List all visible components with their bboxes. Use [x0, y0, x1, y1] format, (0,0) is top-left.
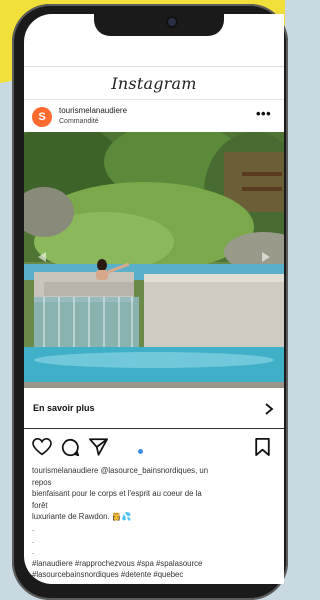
spa-photo-illustration [24, 132, 284, 388]
learn-more-label: En savoir plus [33, 403, 95, 413]
caption-line: . [32, 547, 35, 557]
account-name[interactable]: tourismelanaudiere [59, 106, 127, 115]
camera-icon [168, 18, 176, 26]
phone-notch [94, 14, 224, 36]
instagram-header: Instagram [24, 66, 284, 100]
caption-hashtags[interactable]: #lanaudiere #rapprochezvous #spa #spalas… [32, 558, 272, 570]
phone-screen: Instagram S tourismelanaudiere Commandit… [24, 14, 284, 584]
avatar[interactable]: S [32, 107, 52, 127]
caption-line: . [32, 535, 35, 545]
action-bar [24, 432, 284, 460]
post-photo[interactable] [24, 132, 284, 388]
caption-line: forêt [32, 500, 48, 510]
avatar-letter: S [38, 111, 46, 123]
heart-icon[interactable] [32, 438, 52, 456]
caption-line: . [32, 523, 35, 533]
caption-line: luxuriante de Rawdon. 👸💦 [32, 512, 132, 522]
chevron-right-icon [265, 403, 274, 415]
carousel-dot [138, 449, 143, 454]
sponsored-label: Commandité [59, 118, 99, 125]
instagram-logo: Instagram [111, 73, 197, 93]
caption-line: repos [32, 477, 52, 487]
learn-more-bar[interactable]: En savoir plus [24, 390, 284, 429]
bookmark-icon[interactable] [255, 438, 270, 456]
share-icon[interactable] [89, 438, 108, 456]
more-dots-icon[interactable]: ••• [256, 106, 271, 121]
caption-line: bienfaisant pour le corps et l'esprit au… [32, 489, 202, 499]
caption-line: tourismelanaudiere @lasource_bainsnordiq… [32, 466, 209, 475]
post-caption: tourismelanaudiere @lasource_bainsnordiq… [32, 465, 272, 581]
comment-icon[interactable] [61, 438, 80, 457]
caption-hashtags[interactable]: #lasourcebainsnordiques #detente #quebec [32, 569, 272, 581]
